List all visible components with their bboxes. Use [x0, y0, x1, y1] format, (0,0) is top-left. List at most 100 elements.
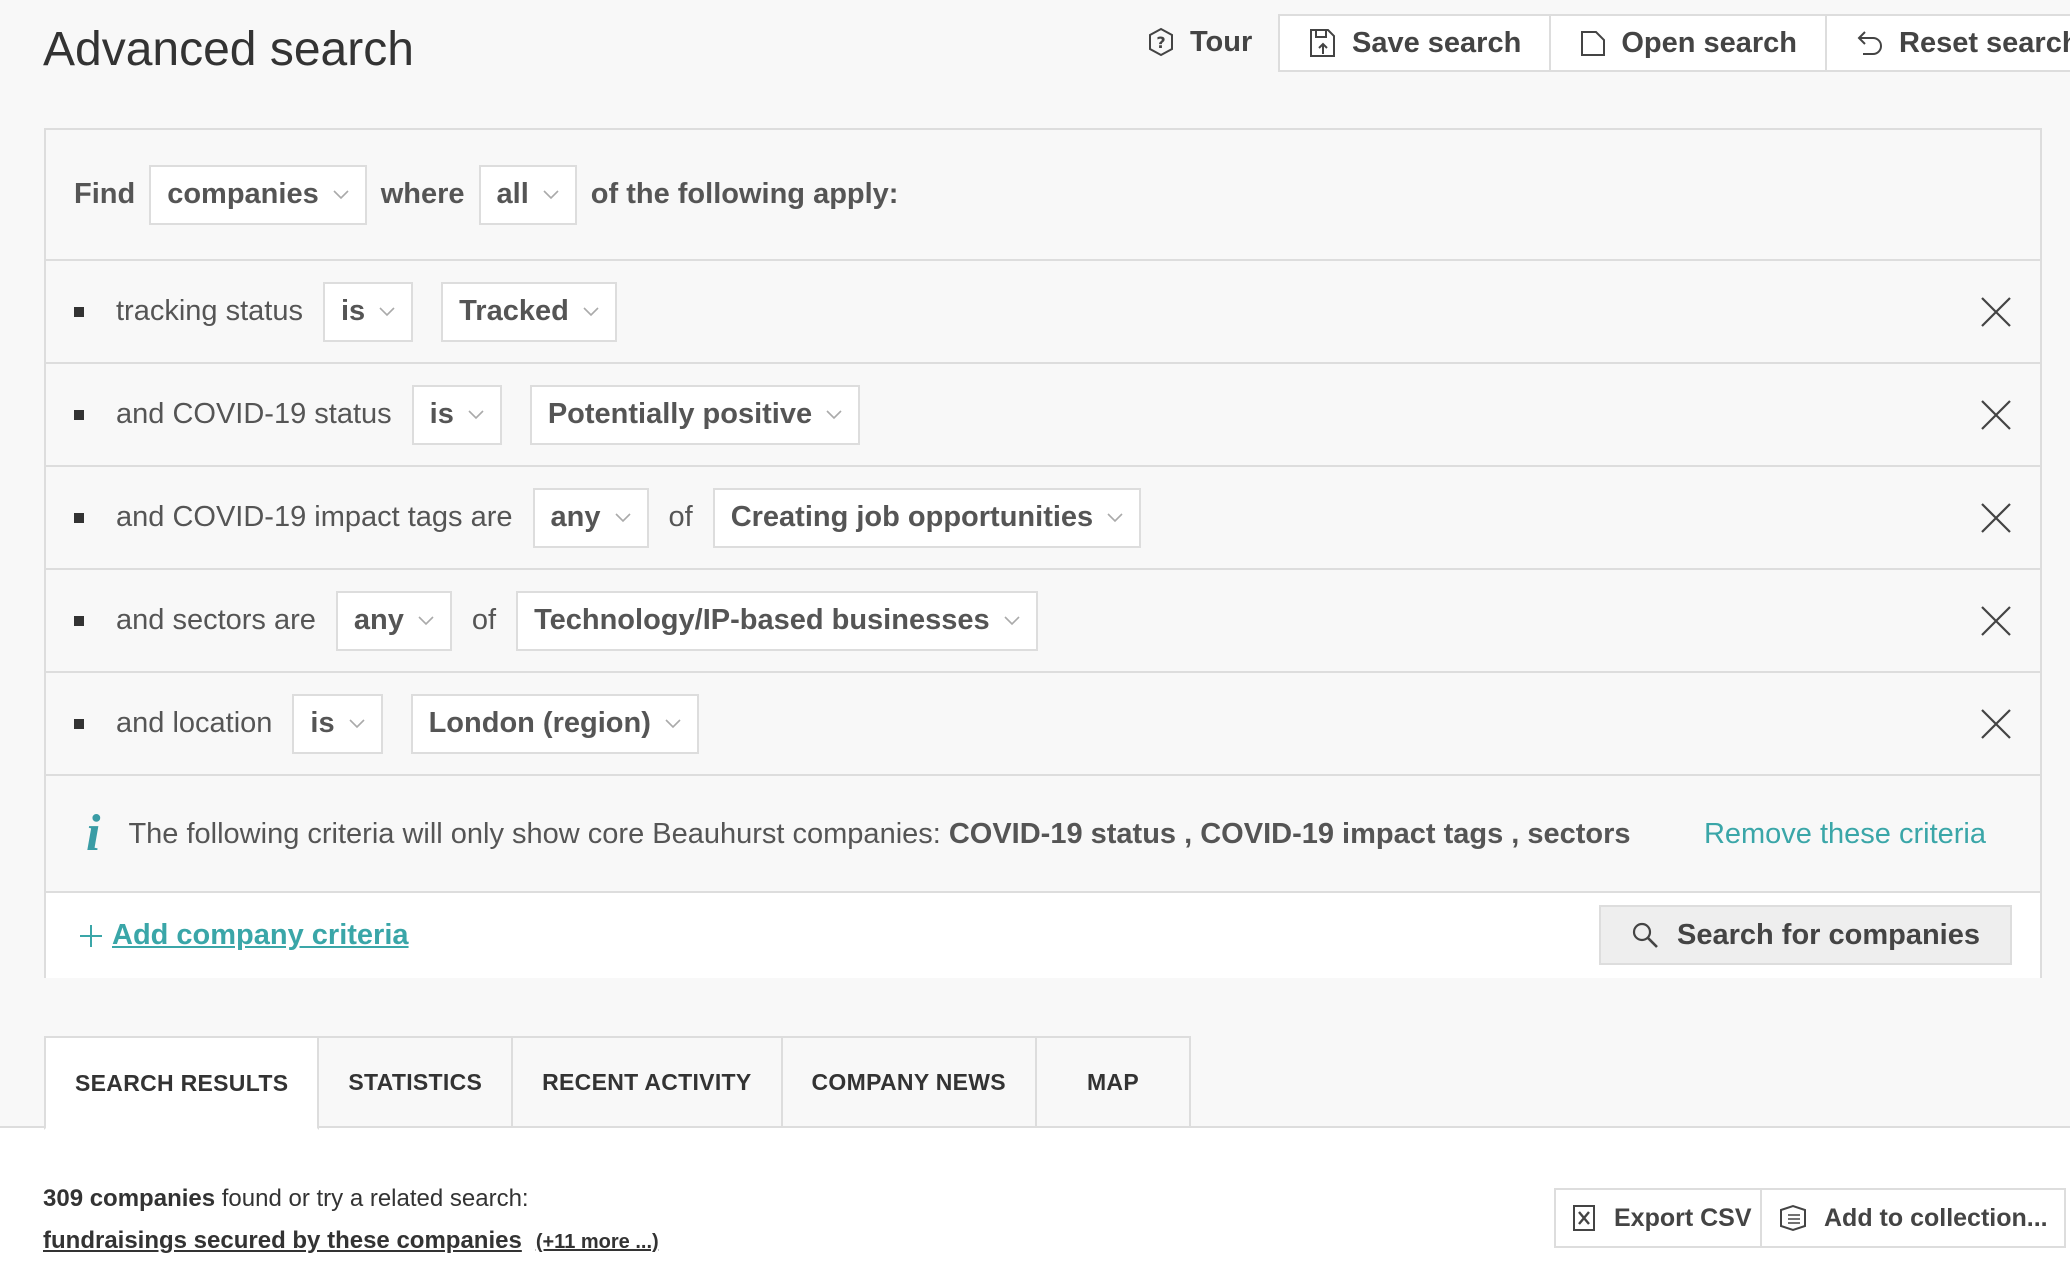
- find-label: Find: [74, 178, 136, 210]
- of-label: of: [471, 604, 497, 636]
- tab-statistics[interactable]: STATISTICS: [319, 1036, 514, 1128]
- value-select[interactable]: Technology/IP-based businesses: [516, 590, 1038, 651]
- remove-criterion-close-icon[interactable]: [1980, 708, 2012, 740]
- criterion-label: and sectors are: [116, 604, 316, 636]
- criteria-panel: Find companies where all of the followin…: [44, 128, 2042, 978]
- criterion-row: and COVID-19 impact tags are any of Crea…: [46, 467, 2040, 570]
- operator-select-value: is: [429, 398, 454, 430]
- match-select[interactable]: all: [478, 164, 577, 225]
- reset-search-label: Reset search: [1899, 26, 2070, 59]
- tab-search-results[interactable]: SEARCH RESULTS: [44, 1036, 320, 1130]
- criterion-row: tracking status is Tracked: [46, 261, 2040, 364]
- value-select[interactable]: London (region): [410, 693, 699, 754]
- add-company-criteria-label: Add company criteria: [112, 919, 409, 951]
- search-icon: [1631, 921, 1659, 949]
- criterion-label: tracking status: [116, 295, 303, 327]
- more-related-link[interactable]: (+11 more ...): [536, 1231, 659, 1254]
- tab-company-news[interactable]: COMPANY NEWS: [782, 1036, 1037, 1128]
- reset-search-button[interactable]: Reset search: [1827, 16, 2070, 70]
- save-search-button[interactable]: Save search: [1280, 16, 1552, 70]
- open-search-label: Open search: [1621, 26, 1797, 59]
- bullet: [74, 615, 84, 626]
- results-suffix: found or try a related search:: [215, 1185, 529, 1212]
- criterion-row: and sectors are any of Technology/IP-bas…: [46, 570, 2040, 673]
- operator-select[interactable]: any: [335, 590, 452, 651]
- value-select[interactable]: Tracked: [441, 281, 617, 342]
- save-search-label: Save search: [1352, 26, 1522, 59]
- bullet: [74, 718, 84, 729]
- criterion-label: and COVID-19 status: [116, 398, 392, 430]
- remove-criterion-close-icon[interactable]: [1980, 399, 2012, 431]
- export-csv-button[interactable]: Export CSV: [1554, 1188, 1770, 1248]
- remove-criterion-close-icon[interactable]: [1980, 296, 2012, 328]
- entity-select[interactable]: companies: [149, 164, 367, 225]
- tour-button[interactable]: ? Tour: [1146, 16, 1252, 68]
- operator-select-value: is: [340, 295, 366, 327]
- plus-icon: [78, 923, 104, 949]
- find-suffix: of the following apply:: [590, 178, 899, 210]
- open-search-button[interactable]: Open search: [1551, 16, 1827, 70]
- notice-text: The following criteria will only show co…: [128, 817, 941, 850]
- add-to-collection-label: Add to collection...: [1824, 1203, 2048, 1232]
- criteria-footer: Add company criteria Search for companie…: [46, 893, 2040, 978]
- operator-select[interactable]: is: [411, 384, 502, 445]
- add-to-collection-button[interactable]: Add to collection...: [1760, 1188, 2066, 1248]
- core-companies-notice: i The following criteria will only show …: [46, 777, 2040, 893]
- result-tabs: SEARCH RESULTS STATISTICS RECENT ACTIVIT…: [44, 1036, 1191, 1130]
- chevron-down-icon: [418, 615, 434, 626]
- reset-icon: [1855, 28, 1885, 58]
- tab-recent-activity[interactable]: RECENT ACTIVITY: [513, 1036, 783, 1128]
- related-search-link[interactable]: fundraisings secured by these companies: [43, 1227, 522, 1255]
- search-for-companies-button[interactable]: Search for companies: [1599, 905, 2012, 965]
- remove-criterion-close-icon[interactable]: [1980, 502, 2012, 534]
- criterion-row: and COVID-19 status is Potentially posit…: [46, 364, 2040, 467]
- operator-select[interactable]: is: [322, 281, 414, 342]
- chevron-down-icon: [583, 306, 599, 317]
- operator-select-value: any: [353, 604, 404, 636]
- of-label: of: [668, 501, 693, 533]
- svg-text:?: ?: [1156, 33, 1165, 52]
- bullet: [74, 306, 84, 317]
- results-count: 309 companies: [43, 1185, 216, 1212]
- remove-these-criteria-link[interactable]: Remove these criteria: [1704, 818, 1986, 851]
- criterion-label: and location: [116, 707, 273, 739]
- chevron-down-icon: [1107, 512, 1123, 523]
- chevron-down-icon: [665, 718, 681, 729]
- save-icon: [1308, 27, 1338, 59]
- results-summary: 309 companies found or try a related sea…: [43, 1185, 529, 1213]
- chevron-down-icon: [1004, 615, 1020, 626]
- search-for-companies-label: Search for companies: [1677, 918, 1980, 951]
- operator-select[interactable]: any: [532, 487, 649, 548]
- chevron-down-icon: [468, 409, 484, 420]
- value-select[interactable]: Potentially positive: [529, 384, 861, 445]
- chevron-down-icon: [349, 718, 365, 729]
- tab-map[interactable]: MAP: [1036, 1036, 1191, 1128]
- chevron-down-icon: [826, 409, 842, 420]
- folder-icon: [1579, 28, 1607, 58]
- tour-icon: ?: [1146, 27, 1176, 57]
- chevron-down-icon: [379, 306, 395, 317]
- where-label: where: [380, 178, 465, 210]
- related-search: fundraisings secured by these companies …: [43, 1227, 659, 1255]
- value-select-value: Creating job opportunities: [730, 501, 1094, 533]
- info-icon: i: [86, 805, 101, 862]
- match-select-value: all: [496, 178, 529, 210]
- bullet: [74, 512, 84, 523]
- operator-select[interactable]: is: [292, 693, 383, 754]
- remove-criterion-close-icon[interactable]: [1980, 605, 2012, 637]
- value-select[interactable]: Creating job opportunities: [712, 487, 1142, 548]
- chevron-down-icon: [543, 189, 559, 200]
- value-select-value: Potentially positive: [547, 398, 813, 430]
- export-csv-label: Export CSV: [1614, 1203, 1752, 1232]
- value-select-value: London (region): [428, 707, 651, 739]
- criterion-row: and location is London (region): [46, 673, 2040, 776]
- excel-icon: [1572, 1204, 1598, 1232]
- entity-select-value: companies: [167, 178, 319, 210]
- chevron-down-icon: [614, 512, 631, 523]
- value-select-value: Tracked: [459, 295, 569, 327]
- operator-select-value: is: [310, 707, 335, 739]
- criterion-label: and COVID-19 impact tags are: [116, 501, 513, 533]
- add-company-criteria-link[interactable]: Add company criteria: [78, 919, 409, 952]
- chevron-down-icon: [333, 189, 349, 200]
- search-actions-group: Save search Open search Reset search: [1278, 14, 2070, 72]
